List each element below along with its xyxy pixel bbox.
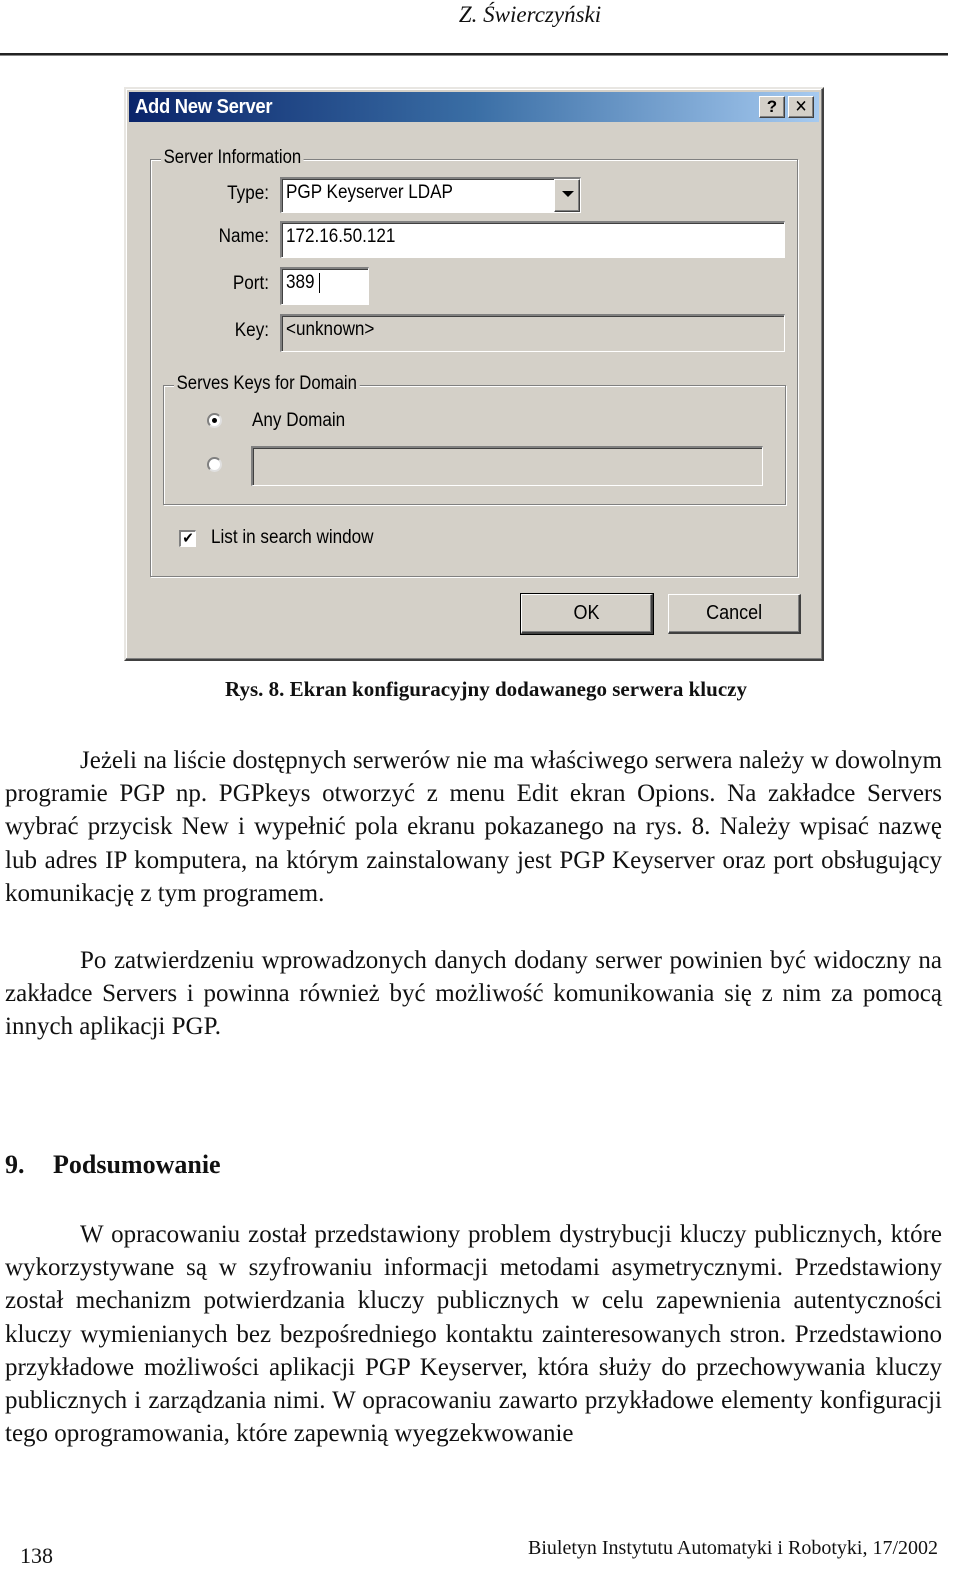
- body-paragraph-2: Po zatwierdzeniu wprowadzonych danych do…: [5, 944, 942, 1044]
- header-rule: [0, 53, 948, 56]
- key-label: Key:: [234, 320, 269, 341]
- cancel-button[interactable]: Cancel: [668, 594, 801, 634]
- list-in-search-window-label[interactable]: List in search window: [211, 527, 374, 549]
- question-mark-icon: ?: [766, 97, 778, 116]
- port-value: 389: [286, 272, 315, 293]
- close-button[interactable]: ✕: [788, 96, 814, 118]
- key-field: <unknown>: [280, 314, 785, 352]
- server-information-group: Server Information Type: PGP Keyserver L…: [150, 147, 798, 577]
- list-in-search-window-checkbox[interactable]: ✔: [179, 530, 196, 547]
- serves-keys-for-domain-group: Serves Keys for Domain Any Domain: [163, 373, 786, 505]
- name-label: Name:: [218, 226, 269, 247]
- summary-paragraph: W opracowaniu został przedstawiony probl…: [5, 1218, 942, 1450]
- port-input[interactable]: 389: [280, 267, 369, 305]
- close-icon: ✕: [794, 97, 808, 116]
- running-header-author: Z. Świerczyński: [458, 2, 602, 27]
- journal-footer: Biuletyn Instytutu Automatyki i Robotyki…: [527, 1537, 938, 1559]
- checkmark-icon: ✔: [182, 530, 194, 547]
- section-heading: 9. Podsumowanie: [5, 1150, 221, 1180]
- figure-caption: Rys. 8. Ekran konfiguracyjny dodawanego …: [225, 677, 747, 701]
- ok-label: OK: [573, 602, 600, 624]
- section-number: 9.: [5, 1150, 25, 1179]
- name-input[interactable]: 172.16.50.121: [280, 221, 785, 258]
- dialog-title: Add New Server: [135, 96, 273, 118]
- help-button[interactable]: ?: [759, 96, 785, 118]
- chevron-down-icon[interactable]: [554, 179, 580, 212]
- paragraph-text: W opracowaniu został przedstawiony probl…: [5, 1221, 942, 1448]
- any-domain-label[interactable]: Any Domain: [252, 410, 345, 432]
- paragraph-text: Jeżeli na liście dostępnych serwerów nie…: [5, 747, 942, 907]
- type-label: Type:: [227, 183, 269, 204]
- domain-input[interactable]: [251, 446, 763, 486]
- section-title: Podsumowanie: [53, 1150, 221, 1179]
- name-value: 172.16.50.121: [286, 226, 396, 247]
- paragraph-text: Po zatwierdzeniu wprowadzonych danych do…: [5, 947, 942, 1041]
- type-dropdown[interactable]: PGP Keyserver LDAP: [280, 177, 581, 213]
- page-number: 138: [20, 1543, 53, 1568]
- port-label: Port:: [232, 273, 269, 294]
- dialog-titlebar[interactable]: Add New Server ? ✕: [129, 92, 819, 122]
- key-value: <unknown>: [286, 319, 375, 340]
- body-paragraph-1: Jeżeli na liście dostępnych serwerów nie…: [5, 744, 942, 910]
- server-information-label: Server Information: [161, 147, 304, 169]
- add-new-server-dialog: Add New Server ? ✕ Server Information Ty…: [124, 87, 824, 661]
- specific-domain-radio[interactable]: [207, 457, 222, 472]
- text-caret: [318, 272, 320, 293]
- type-value: PGP Keyserver LDAP: [286, 182, 453, 203]
- cancel-label: Cancel: [705, 602, 763, 624]
- any-domain-radio[interactable]: [207, 413, 222, 428]
- ok-button[interactable]: OK: [520, 593, 654, 635]
- serves-keys-for-domain-label: Serves Keys for Domain: [174, 373, 360, 395]
